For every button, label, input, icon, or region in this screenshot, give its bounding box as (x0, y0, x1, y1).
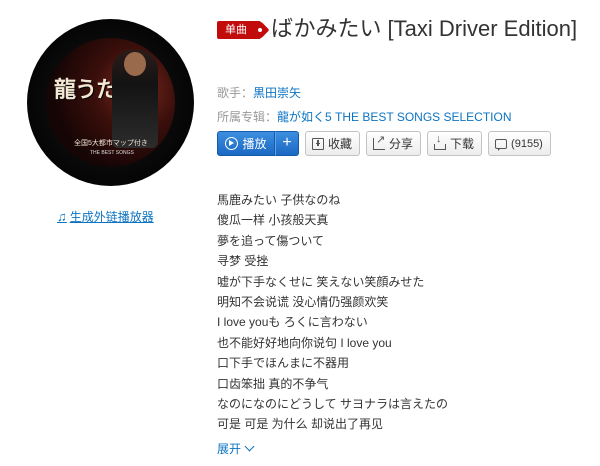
download-label: 下载 (450, 137, 475, 151)
cover-subtitle-2: THE BEST SONGS (90, 150, 134, 156)
action-buttons: 播放 + 收藏 分享 下载 (9155) (217, 131, 551, 156)
download-button[interactable]: 下载 (427, 131, 483, 156)
chevron-down-icon (244, 441, 255, 452)
comment-count: (9155) (511, 137, 543, 150)
external-player-link[interactable]: ♫ 生成外链播放器 (57, 208, 154, 225)
add-to-playlist-button[interactable]: + (275, 131, 299, 156)
lyric-line: 夢を追って傷ついて (217, 233, 325, 248)
lyric-line: 嘘が下手なくせに 笑えない笑顔みせた (217, 274, 425, 289)
external-player-label: 生成外链播放器 (69, 210, 154, 224)
collect-button[interactable]: 收藏 (305, 131, 361, 156)
expand-label: 展开 (217, 442, 242, 456)
play-label: 播放 (242, 137, 267, 151)
lyric-line: 馬鹿みたい 子供なのね (217, 193, 341, 207)
collect-label: 收藏 (328, 137, 353, 151)
lyric-line: 可是 可是 为什么 却说出了再见 (217, 417, 384, 432)
lyric-line: I love youも ろくに言わない (217, 315, 368, 330)
lyric-line: 也不能好好地向你说句 I love you (217, 335, 392, 350)
comment-button[interactable]: (9155) (488, 131, 551, 156)
music-note-icon: ♫ (57, 209, 67, 224)
cover-subtitle: 全国5大都市マップ付き (74, 140, 148, 147)
lyric-line: 寻梦 受挫 (217, 254, 269, 269)
lyric-line: 明知不会说谎 没心情仍强颜欢笑 (217, 294, 389, 309)
singer-label: 歌手： (217, 86, 254, 100)
comment-icon (495, 138, 508, 151)
lyric-line: 口齿笨拙 真的不争气 (217, 376, 329, 391)
lyric-line: なのになのにどうして サヨナラは言えたの (217, 396, 448, 411)
cover-title: 龍うた (54, 77, 118, 103)
share-icon (373, 133, 385, 150)
play-group: 播放 + (217, 131, 299, 156)
album-row: 所属专辑：龍が如く5 THE BEST SONGS SELECTION (217, 108, 512, 125)
singer-row: 歌手：黒田崇矢 (217, 84, 301, 101)
play-icon (225, 137, 239, 150)
badge-dot-icon (258, 28, 262, 32)
share-button[interactable]: 分享 (366, 131, 422, 156)
lyrics-list: 馬鹿みたい 子供なのね 傻瓜一样 小孩般天真 夢を追って傷ついて 寻梦 受挫 嘘… (217, 190, 448, 435)
album-label: 所属专辑： (217, 110, 278, 124)
download-icon (434, 133, 447, 150)
cover-figure (112, 50, 158, 148)
album-link[interactable]: 龍が如く5 THE BEST SONGS SELECTION (277, 110, 512, 124)
lyric-line: 傻瓜一样 小孩般天真 (217, 213, 329, 228)
collect-icon (312, 137, 324, 150)
lyric-line: 口下手でほんまに不器用 (217, 356, 350, 371)
expand-lyrics-link[interactable]: 展开 (217, 440, 255, 457)
singer-link[interactable]: 黒田崇矢 (253, 86, 301, 100)
song-title: ばかみたい [Taxi Driver Edition] (271, 16, 578, 41)
album-cover: 龍うた 全国5大都市マップ付き THE BEST SONGS (46, 38, 175, 167)
single-badge-label: 单曲 (225, 24, 247, 36)
share-label: 分享 (389, 137, 414, 151)
play-button[interactable]: 播放 (217, 131, 275, 156)
single-badge: 单曲 (217, 21, 262, 39)
